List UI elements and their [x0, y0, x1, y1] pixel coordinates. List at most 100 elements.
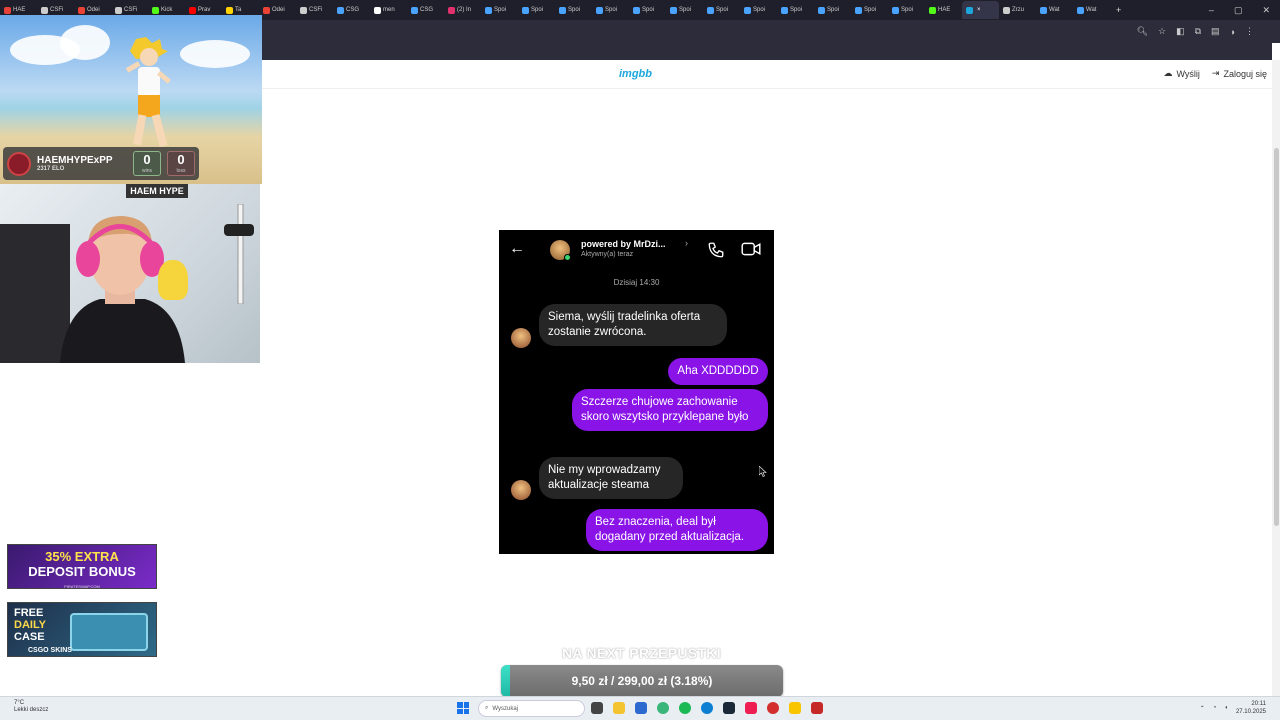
profile-icon[interactable]: ◑ — [1230, 27, 1235, 37]
zoom-icon[interactable]: 🔍︎ — [1137, 26, 1148, 37]
sidebar-icon[interactable]: ▤ — [1211, 26, 1220, 37]
chevron-right-icon: › — [685, 238, 688, 248]
ad2-line1: FREE — [14, 607, 44, 619]
tab-favicon-icon — [818, 6, 825, 14]
weather-temp: 7°C — [14, 700, 25, 706]
browser-tab[interactable]: HAE — [925, 1, 962, 19]
browser-tab[interactable]: Spoi — [814, 1, 851, 19]
clock[interactable]: 20:11 27.10.2025 — [1236, 700, 1266, 716]
browser-tab[interactable]: Wat — [1036, 1, 1073, 19]
browser-tab[interactable]: Spoi — [777, 1, 814, 19]
browser-icon[interactable] — [657, 702, 669, 714]
game-overlay: HAEMHYPExPP 2317 ELO 0 wins 0 loss — [0, 15, 262, 184]
task-view-icon[interactable] — [591, 702, 603, 714]
browser-tab[interactable]: (2) In — [444, 1, 481, 19]
browser-tab[interactable]: Zrzu — [999, 1, 1036, 19]
spotify-icon[interactable] — [679, 702, 691, 714]
login-label: Zaloguj się — [1223, 68, 1267, 79]
steam-icon[interactable] — [723, 702, 735, 714]
browser-tab[interactable]: × — [962, 1, 999, 19]
browser-tab[interactable]: CSG — [407, 1, 444, 19]
obs-icon[interactable] — [811, 702, 823, 714]
browser-tab[interactable]: men — [370, 1, 407, 19]
tab-favicon-icon — [1003, 6, 1010, 14]
clock-date: 27.10.2025 — [1235, 709, 1266, 715]
upload-button[interactable]: ☁ Wyślij — [1164, 68, 1200, 79]
back-arrow-icon[interactable]: ← — [509, 240, 525, 258]
file-explorer-icon[interactable] — [613, 702, 625, 714]
browser-tab[interactable]: Odei — [259, 1, 296, 19]
browser-tab[interactable]: Spoi — [518, 1, 555, 19]
deposit-bonus-ad[interactable]: 35% EXTRA DEPOSIT BONUS PIRATESWAP.COM — [7, 544, 157, 589]
browser-tab[interactable]: Spoi — [555, 1, 592, 19]
scrollbar-thumb[interactable] — [1274, 148, 1279, 526]
browser-tab[interactable]: Wat — [1073, 1, 1110, 19]
tab-favicon-icon — [152, 6, 159, 14]
windows-taskbar: 7°C Lekki deszcz ⌕ Wyszukaj ⌃ ◔ ◖ 20:11 … — [0, 696, 1280, 720]
chat-header: ← powered by MrDzi... › Aktywny(a) teraz — [499, 230, 774, 270]
extension-icon[interactable]: ◧ — [1176, 26, 1185, 37]
free-daily-case-ad[interactable]: FREE DAILY CASE CSGO SKINS — [7, 602, 157, 657]
tab-favicon-icon — [115, 6, 122, 14]
contact-status: Aktywny(a) teraz — [581, 251, 634, 258]
wins-label: wins — [141, 168, 152, 174]
edge-icon[interactable] — [701, 702, 713, 714]
site-header: imgbb ☁ Wyślij ⇥ Zaloguj się — [262, 60, 1272, 89]
window-controls: – ▢ ✕ — [1208, 0, 1280, 20]
login-button[interactable]: ⇥ Zaloguj się — [1212, 68, 1267, 79]
browser-tab[interactable]: Spoi — [481, 1, 518, 19]
contact-name[interactable]: powered by MrDzi... — [581, 239, 666, 249]
page-scrollbar[interactable] — [1272, 60, 1280, 696]
close-tab-button[interactable]: × — [977, 7, 981, 13]
tray-chevron-icon[interactable]: ⌃ — [1200, 705, 1205, 712]
browser-tab[interactable]: Spoi — [888, 1, 925, 19]
browser-tab[interactable]: Spoi — [592, 1, 629, 19]
tab-label: Spoi — [642, 7, 655, 13]
minimize-button[interactable]: – — [1209, 5, 1214, 15]
message-bubble-in: Nie my wprowadzamy aktualizacje steama — [539, 457, 683, 499]
browser-tab[interactable]: CSFi — [296, 1, 333, 19]
video-call-icon[interactable] — [741, 241, 761, 257]
player-name: HAEMHYPExPP — [37, 155, 113, 166]
bookmark-star-icon[interactable]: ☆ — [1158, 26, 1166, 37]
losses-counter: 0 loss — [167, 151, 195, 176]
browser-tab[interactable]: Spoi — [666, 1, 703, 19]
app-icon[interactable] — [767, 702, 779, 714]
tab-label: (2) In — [457, 7, 472, 13]
files-icon[interactable] — [789, 702, 801, 714]
new-tab-button[interactable]: + — [1110, 5, 1127, 15]
tab-label: CSFi — [309, 7, 323, 13]
browser-tab[interactable]: Spoi — [740, 1, 777, 19]
tiktok-icon[interactable] — [745, 702, 757, 714]
site-logo[interactable]: imgbb — [619, 68, 652, 80]
ad2-footer: CSGO SKINS — [28, 647, 72, 654]
tab-favicon-icon — [226, 6, 233, 14]
tab-favicon-icon — [189, 6, 196, 14]
browser-tab[interactable]: Spoi — [629, 1, 666, 19]
phone-icon[interactable] — [707, 241, 725, 259]
tab-label: Spoi — [531, 7, 544, 13]
browser-tab[interactable]: Spoi — [851, 1, 888, 19]
wifi-icon[interactable]: ◔ — [1213, 705, 1217, 711]
ad1-line1: 35% EXTRA — [45, 549, 119, 564]
browser-tab[interactable]: CSG — [333, 1, 370, 19]
close-window-button[interactable]: ✕ — [1262, 5, 1270, 16]
folder-icon[interactable] — [635, 702, 647, 714]
browser-tab[interactable]: Spoi — [703, 1, 740, 19]
chat-date: Dzisiaj 14:30 — [613, 278, 660, 287]
tab-label: Kick — [161, 7, 173, 13]
pikachu-plush — [158, 260, 188, 300]
extensions-puzzle-icon[interactable]: ⧉ — [1195, 26, 1201, 37]
tab-label: Spoi — [864, 7, 877, 13]
maximize-button[interactable]: ▢ — [1234, 5, 1243, 16]
volume-icon[interactable]: ◖ — [1224, 705, 1228, 711]
tab-label: Spoi — [753, 7, 766, 13]
menu-icon[interactable]: ⋮ — [1245, 26, 1254, 37]
weather-widget[interactable]: 7°C Lekki deszcz — [14, 700, 48, 714]
online-dot-icon — [564, 254, 571, 261]
tab-favicon-icon — [929, 6, 936, 14]
tab-label: Wat — [1049, 7, 1060, 13]
tab-label: CSG — [420, 7, 434, 13]
windows-start-icon[interactable] — [457, 702, 469, 714]
taskbar-search[interactable]: ⌕ Wyszukaj — [478, 700, 585, 717]
